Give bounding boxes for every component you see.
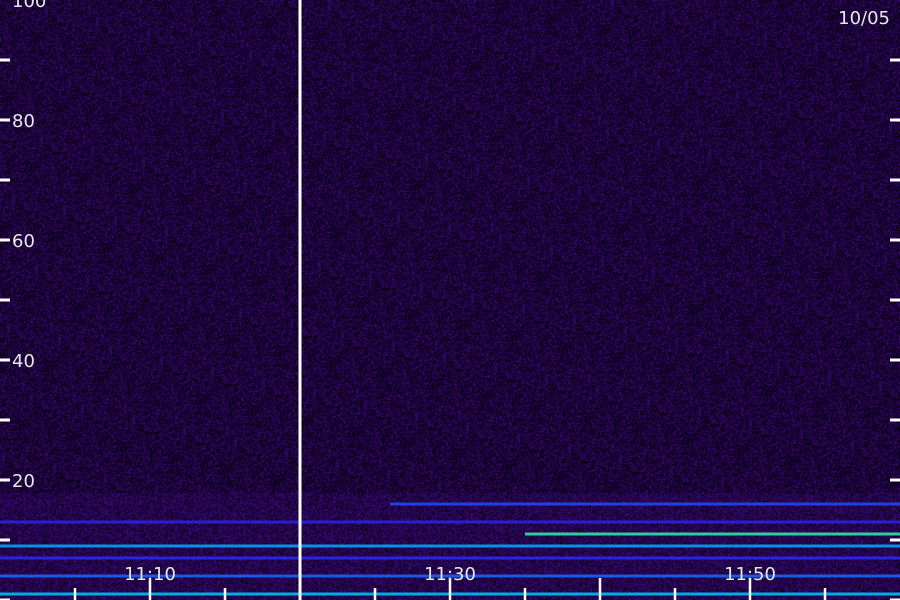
spectrogram-chart: 20 40 60 80 100 11:10 11:30 11:50 10/05 [0,0,900,600]
spectrogram-noise-layer [0,0,900,600]
date-label: 10/05 [838,8,890,29]
x-tick-label: 11:10 [124,564,176,585]
x-tick-label: 11:50 [724,564,776,585]
spectrogram-band [0,556,900,560]
y-tick-label: 100 [12,0,46,12]
y-tick-label: 20 [12,471,35,492]
x-tick-label: 11:30 [424,564,476,585]
y-tick-label: 80 [12,111,35,132]
y-tick-label: 60 [12,231,35,252]
y-tick-label: 40 [12,351,35,372]
spectrogram-band [0,520,900,524]
spectrogram-band [390,502,900,506]
spectrogram-band [525,532,900,536]
spectrogram-band [0,544,900,548]
